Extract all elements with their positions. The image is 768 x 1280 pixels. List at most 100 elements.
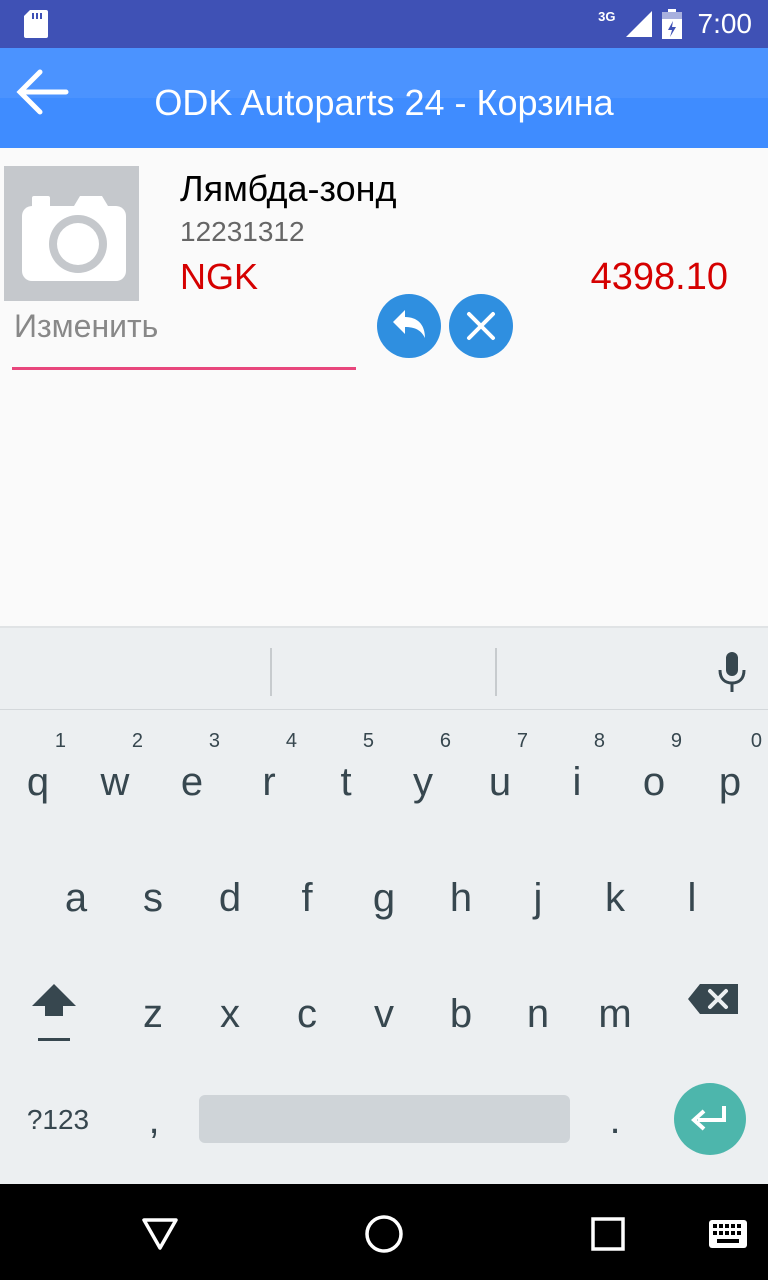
camera-icon <box>22 196 126 281</box>
undo-icon <box>393 310 425 338</box>
key-w[interactable]: 2w <box>77 722 153 832</box>
product-brand: NGK <box>180 256 259 297</box>
square-recents-icon <box>591 1217 625 1251</box>
key-h[interactable]: h <box>423 838 499 948</box>
suggestion-bar <box>0 628 768 710</box>
key-number-hint: 4 <box>285 730 297 752</box>
microphone-icon <box>718 652 746 692</box>
key-label: x <box>220 992 240 1036</box>
key-label: w <box>100 760 130 804</box>
key-label: h <box>449 876 473 920</box>
signal-icon <box>625 11 652 37</box>
key-label: e <box>180 760 204 804</box>
key-s[interactable]: s <box>115 838 191 948</box>
backspace-key[interactable] <box>676 954 752 1064</box>
key-label: n <box>526 992 550 1036</box>
key-f[interactable]: f <box>269 838 345 948</box>
key-label: b <box>449 992 473 1036</box>
circle-home-icon <box>365 1215 403 1253</box>
key-number-hint: 7 <box>516 730 528 752</box>
key-u[interactable]: 7u <box>462 722 538 832</box>
key-q[interactable]: 1q <box>0 722 76 832</box>
key-label: d <box>218 876 242 920</box>
key-number-hint: 2 <box>131 730 143 752</box>
shift-key[interactable] <box>16 954 92 1064</box>
soft-keyboard: 1q 2w 3e 4r 5t 6y 7u 8i 9o 0p a s d f g … <box>0 626 768 1184</box>
key-number-hint: 0 <box>750 730 762 752</box>
product-name: Лямбда-зонд <box>180 168 397 209</box>
key-b[interactable]: b <box>423 954 499 1064</box>
quantity-edit-field[interactable]: Изменить <box>12 300 356 370</box>
key-g[interactable]: g <box>346 838 422 948</box>
suggestion-divider <box>495 648 497 696</box>
enter-icon <box>691 1106 726 1131</box>
key-label: l <box>687 876 697 920</box>
voice-input-button[interactable] <box>710 648 754 696</box>
key-i[interactable]: 8i <box>539 722 615 832</box>
key-number-hint: 8 <box>593 730 605 752</box>
key-number-hint: 3 <box>208 730 220 752</box>
key-p[interactable]: 0p <box>692 722 768 832</box>
key-m[interactable]: m <box>577 954 653 1064</box>
key-c[interactable]: c <box>269 954 345 1064</box>
key-number-hint: 1 <box>54 730 66 752</box>
key-label: r <box>262 760 276 804</box>
nav-back-button[interactable] <box>128 1202 192 1266</box>
key-label: u <box>488 760 512 804</box>
key-j[interactable]: j <box>500 838 576 948</box>
key-a[interactable]: a <box>38 838 114 948</box>
triangle-back-icon <box>142 1218 178 1250</box>
undo-button[interactable] <box>377 294 441 358</box>
key-n[interactable]: n <box>500 954 576 1064</box>
product-price: 4398.10 <box>590 256 728 298</box>
key-period[interactable]: . <box>577 1068 653 1178</box>
keyboard-switch-button[interactable] <box>696 1202 760 1266</box>
key-number-hint: 6 <box>439 730 451 752</box>
key-label: i <box>572 760 582 804</box>
key-comma[interactable]: , <box>116 1068 192 1178</box>
key-label: v <box>374 992 394 1036</box>
key-label: q <box>26 760 50 804</box>
app-bar: ODK Autoparts 24 - Корзина <box>0 48 768 148</box>
remove-item-button[interactable] <box>449 294 513 358</box>
key-x[interactable]: x <box>192 954 268 1064</box>
suggestion-divider <box>270 648 272 696</box>
key-r[interactable]: 4r <box>231 722 307 832</box>
key-d[interactable]: d <box>192 838 268 948</box>
key-label: ?123 <box>26 1104 90 1135</box>
keyboard-icon <box>709 1220 747 1248</box>
key-label: c <box>297 992 317 1036</box>
space-key[interactable] <box>199 1095 570 1143</box>
status-bar: 3G 7:00 <box>0 0 768 48</box>
key-label: f <box>301 876 313 920</box>
key-l[interactable]: l <box>654 838 730 948</box>
key-label: g <box>372 876 396 920</box>
app-title: ODK Autoparts 24 - Корзина <box>154 82 614 123</box>
product-image <box>4 166 139 301</box>
key-label: t <box>340 760 352 804</box>
key-label: y <box>413 760 433 804</box>
key-label: p <box>718 760 742 804</box>
key-v[interactable]: v <box>346 954 422 1064</box>
key-label: j <box>533 876 543 920</box>
key-e[interactable]: 3e <box>154 722 230 832</box>
nav-home-button[interactable] <box>352 1202 416 1266</box>
shift-icon <box>32 984 76 1041</box>
key-number-hint: 5 <box>362 730 374 752</box>
key-label: s <box>143 876 163 920</box>
key-o[interactable]: 9o <box>616 722 692 832</box>
key-y[interactable]: 6y <box>385 722 461 832</box>
key-k[interactable]: k <box>577 838 653 948</box>
key-label: a <box>64 876 88 920</box>
key-label: . <box>609 1098 621 1142</box>
close-icon <box>467 312 495 340</box>
key-label: k <box>605 876 625 920</box>
key-t[interactable]: 5t <box>308 722 384 832</box>
key-label: z <box>143 992 163 1036</box>
key-label: m <box>598 992 632 1036</box>
key-z[interactable]: z <box>115 954 191 1064</box>
nav-recents-button[interactable] <box>576 1202 640 1266</box>
enter-key[interactable] <box>674 1083 746 1155</box>
symbols-key[interactable]: ?123 <box>20 1068 96 1178</box>
navigation-bar <box>0 1184 768 1280</box>
